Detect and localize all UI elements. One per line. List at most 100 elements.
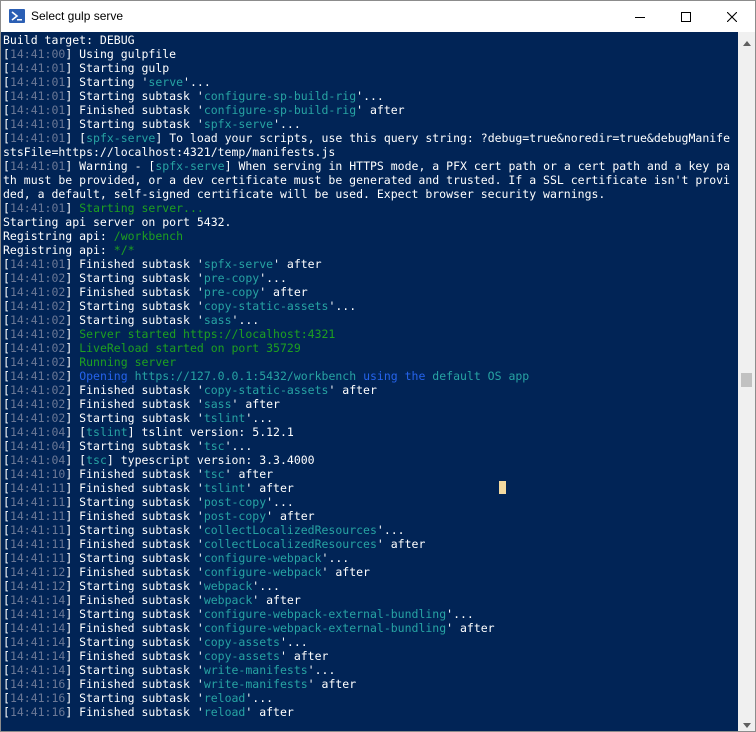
scrollbar-thumb[interactable] bbox=[741, 373, 752, 387]
timestamp: 14:41:04 bbox=[9, 453, 66, 467]
close-button[interactable] bbox=[709, 1, 755, 32]
console-line: ded, a default, self-signed certificate … bbox=[3, 187, 730, 201]
console-text: ] Starting subtask ' bbox=[65, 411, 204, 425]
chevron-down-icon bbox=[742, 713, 751, 731]
console-line: [14:41:04] Starting subtask 'tsc'... bbox=[3, 439, 730, 453]
timestamp: 14:41:01 bbox=[9, 103, 66, 117]
timestamp: 14:41:02 bbox=[9, 327, 66, 341]
console-text: [ bbox=[3, 327, 10, 341]
chevron-up-icon bbox=[742, 31, 751, 50]
console-text: ' after bbox=[328, 383, 377, 397]
timestamp: 14:41:14 bbox=[9, 621, 66, 635]
console-line: stsFile=https://localhost:4321/temp/mani… bbox=[3, 145, 730, 159]
console-text: configure-webpack-external-bundling bbox=[203, 621, 447, 635]
console-text: ] bbox=[65, 327, 80, 341]
console-text: reload bbox=[203, 705, 246, 719]
console-text: th must be provided, or a dev certificat… bbox=[3, 173, 730, 187]
console-line: [14:41:01] Finished subtask 'spfx-serve'… bbox=[3, 257, 730, 271]
console-text: */* bbox=[113, 243, 135, 257]
console-text: ] [ bbox=[65, 453, 87, 467]
console-text: ] Finished subtask ' bbox=[65, 677, 204, 691]
console-text: ] Finished subtask ' bbox=[65, 509, 204, 523]
console-text: reload bbox=[203, 691, 246, 705]
timestamp: 14:41:01 bbox=[9, 61, 66, 75]
console-text: ] Using gulpfile bbox=[65, 47, 177, 61]
console-text: '... bbox=[252, 579, 280, 593]
console-text: ] Finished subtask ' bbox=[65, 257, 204, 271]
console-text: [ bbox=[3, 649, 10, 663]
console-text: ] Starting subtask ' bbox=[65, 607, 204, 621]
console-text: ' after bbox=[273, 257, 322, 271]
console-text: [ bbox=[3, 397, 10, 411]
console-line: [14:41:01] Starting subtask 'configure-s… bbox=[3, 89, 730, 103]
console-text: ] Finished subtask ' bbox=[65, 593, 204, 607]
minimize-button[interactable] bbox=[617, 1, 663, 32]
console-text: tsc bbox=[203, 467, 225, 481]
console-text: ] Starting subtask ' bbox=[65, 117, 204, 131]
console-text: ] Starting subtask ' bbox=[65, 691, 204, 705]
timestamp: 14:41:10 bbox=[9, 467, 66, 481]
console-text: LiveReload started on port 35729 bbox=[79, 341, 301, 355]
console-text: ] bbox=[65, 201, 80, 215]
console-line: [14:41:11] Starting subtask 'collectLoca… bbox=[3, 523, 730, 537]
console-text: '... bbox=[279, 635, 308, 649]
console-text: /workbench bbox=[113, 229, 184, 243]
console-text: ] bbox=[65, 355, 80, 369]
console-text: [ bbox=[3, 663, 10, 677]
console-text: pre-copy bbox=[203, 285, 260, 299]
console-output[interactable]: Build target: DEBUG [14:41:00] Using gulp… bbox=[1, 32, 738, 731]
console-text: '... bbox=[245, 411, 274, 425]
console-text: '... bbox=[224, 439, 253, 453]
console-line: [14:41:16] Starting subtask 'reload'... bbox=[3, 691, 730, 705]
vertical-scrollbar[interactable] bbox=[738, 32, 755, 731]
powershell-icon bbox=[9, 8, 25, 24]
console-line: [14:41:02] Starting subtask 'pre-copy'..… bbox=[3, 271, 730, 285]
timestamp: 14:41:02 bbox=[9, 355, 66, 369]
console-text: '... bbox=[307, 663, 336, 677]
console-text: spfx-serve bbox=[203, 257, 274, 271]
console-line: [14:41:04] [tsc] typescript version: 3.3… bbox=[3, 453, 730, 467]
console-text: spfx-serve bbox=[155, 159, 225, 173]
console-text: ] Starting ' bbox=[65, 75, 149, 89]
console-text: ] Warning - [ bbox=[65, 159, 156, 173]
console-text: [ bbox=[3, 691, 10, 705]
console-text: ] When serving in HTTPS mode, a PFX cert… bbox=[224, 159, 731, 173]
console-line: [14:41:14] Starting subtask 'copy-assets… bbox=[3, 635, 730, 649]
console-text: [ bbox=[3, 579, 10, 593]
console-text: ' after bbox=[446, 621, 495, 635]
console-line: [14:41:11] Starting subtask 'configure-w… bbox=[3, 551, 730, 565]
timestamp: 14:41:14 bbox=[9, 663, 66, 677]
console-text: ' after bbox=[321, 565, 370, 579]
timestamp: 14:41:02 bbox=[9, 271, 66, 285]
console-line: Registring api: /workbench bbox=[3, 229, 730, 243]
console-text: [ bbox=[3, 117, 10, 131]
console-text: ] tslint version: 5.12.1 bbox=[127, 425, 294, 439]
console-text: copy-assets bbox=[203, 649, 280, 663]
timestamp: 14:41:11 bbox=[9, 537, 66, 551]
console-text: Build target: DEBUG bbox=[3, 33, 135, 47]
console-text: ] Starting subtask ' bbox=[65, 523, 204, 537]
console-line: [14:41:16] Finished subtask 'write-manif… bbox=[3, 677, 730, 691]
console-text: [ bbox=[3, 705, 10, 719]
console-text: [ bbox=[3, 509, 10, 523]
console-line: [14:41:02] Opening https://127.0.0.1:543… bbox=[3, 369, 730, 383]
console-line: th must be provided, or a dev certificat… bbox=[3, 173, 730, 187]
console-line: [14:41:02] Running server bbox=[3, 355, 730, 369]
console-text: copy-static-assets bbox=[203, 383, 329, 397]
console-text: collectLocalizedResources bbox=[203, 537, 377, 551]
timestamp: 14:41:01 bbox=[9, 131, 66, 145]
console-line: [14:41:14] Finished subtask 'webpack' af… bbox=[3, 593, 730, 607]
console-text: ] [ bbox=[65, 425, 87, 439]
console-text: '... bbox=[446, 607, 474, 621]
title-bar[interactable]: Select gulp serve bbox=[1, 1, 755, 32]
console-text: https://127.0.0.1:5432/workbench bbox=[127, 369, 364, 383]
maximize-button[interactable] bbox=[663, 1, 709, 32]
scroll-up-button[interactable] bbox=[738, 32, 755, 49]
scroll-down-button[interactable] bbox=[738, 714, 755, 731]
timestamp: 14:41:01 bbox=[9, 159, 66, 173]
timestamp: 14:41:02 bbox=[9, 383, 66, 397]
console-text: [ bbox=[3, 411, 10, 425]
console-text: tslint bbox=[203, 481, 246, 495]
console-text: [ bbox=[3, 159, 10, 173]
console-text: [ bbox=[3, 299, 10, 313]
